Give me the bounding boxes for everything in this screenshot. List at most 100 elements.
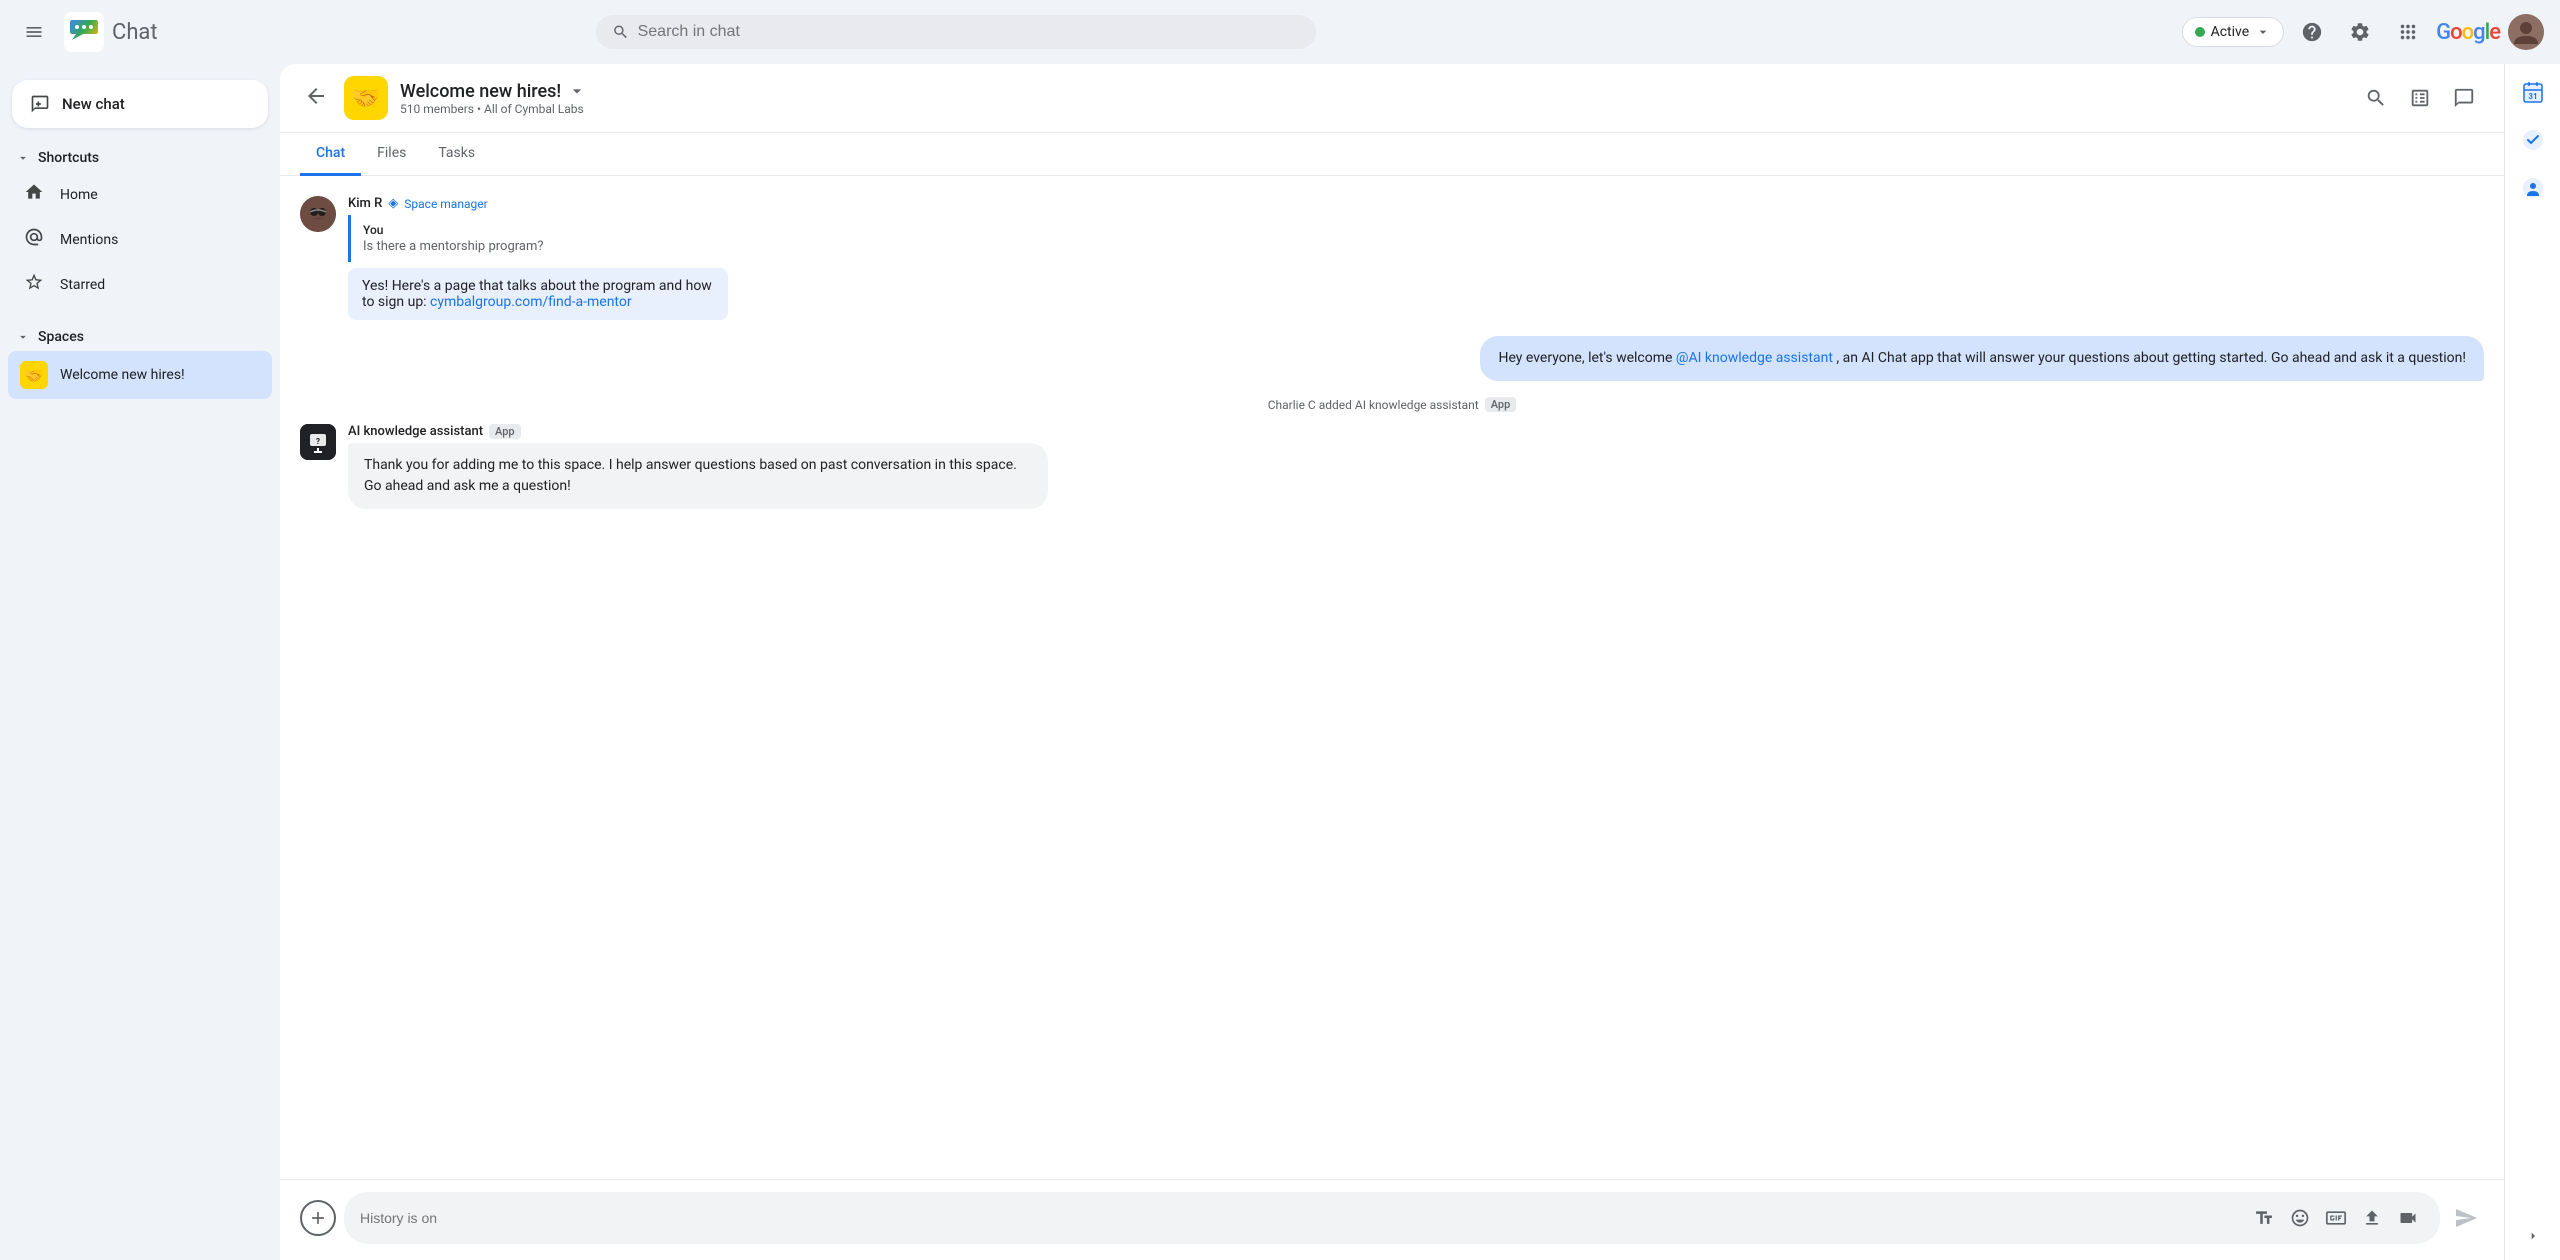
nav-item-mentions-label: Mentions — [60, 232, 118, 248]
contacts-widget[interactable] — [2513, 168, 2553, 208]
kim-sender-name: Kim R — [348, 196, 382, 211]
sidebar-space-welcome-label: Welcome new hires! — [60, 367, 185, 383]
message-input[interactable] — [360, 1210, 2240, 1226]
tasks-widget[interactable] — [2513, 120, 2553, 160]
search-bar[interactable] — [596, 15, 1316, 49]
main-body: New chat Shortcuts Home — [0, 64, 2560, 1260]
gif-button[interactable] — [2320, 1202, 2352, 1234]
expand-panel-button[interactable] — [2505, 1220, 2560, 1252]
message-input-box[interactable] — [344, 1192, 2440, 1244]
messages-area[interactable]: Kim R ◈ Space manager You Is there a men… — [280, 176, 2504, 1179]
emoji-button[interactable] — [2284, 1202, 2316, 1234]
reply-message: Yes! Here's a page that talks about the … — [348, 268, 728, 320]
upload-button[interactable] — [2356, 1202, 2388, 1234]
svg-text:?: ? — [316, 437, 320, 446]
chat-title: Welcome new hires! — [400, 81, 2344, 102]
kim-sender-line: Kim R ◈ Space manager — [348, 196, 2484, 211]
status-label: Active — [2211, 24, 2250, 40]
chat-subtitle: 510 members • All of Cymbal Labs — [400, 102, 2344, 116]
space-manager-diamond: ◈ — [388, 196, 398, 211]
svg-text:31: 31 — [2528, 92, 2537, 101]
ai-message-text: Thank you for adding me to this space. I… — [364, 457, 1017, 494]
text-format-button[interactable] — [2248, 1202, 2280, 1234]
sidebar-item-starred[interactable]: Starred — [8, 262, 272, 307]
message-group-kim: Kim R ◈ Space manager You Is there a men… — [300, 196, 2484, 320]
new-chat-button[interactable]: New chat — [12, 80, 268, 128]
chevron-down-icon — [16, 151, 30, 165]
ai-avatar: ? — [300, 424, 336, 460]
right-msg-mention: @AI knowledge assistant — [1676, 350, 1833, 366]
nav-item-starred-label: Starred — [60, 277, 105, 293]
new-chat-label: New chat — [62, 95, 125, 113]
right-msg-before: Hey everyone, let's welcome — [1498, 350, 1675, 366]
app-title-label: Chat — [112, 20, 158, 45]
shortcuts-header[interactable]: Shortcuts — [8, 144, 272, 172]
system-message-text: Charlie C added AI knowledge assistant — [1268, 398, 1479, 412]
chat-panel: 🤝 Welcome new hires! 510 members • All o… — [280, 64, 2504, 1260]
user-avatar[interactable] — [2508, 14, 2544, 50]
message-group-ai: ? AI knowledge assistant App Thank you f… — [300, 424, 2484, 509]
nav-item-home-label: Home — [60, 187, 98, 203]
space-header-emoji: 🤝 — [344, 76, 388, 120]
settings-button[interactable] — [2340, 12, 2380, 52]
mentions-icon — [24, 227, 44, 252]
help-button[interactable] — [2292, 12, 2332, 52]
panel-toggle-button[interactable] — [2400, 78, 2440, 118]
status-dot — [2195, 27, 2205, 37]
search-icon — [612, 23, 629, 41]
menu-icon[interactable] — [16, 14, 52, 50]
apps-button[interactable] — [2388, 12, 2428, 52]
tab-files[interactable]: Files — [361, 133, 422, 176]
quoted-message: You Is there a mentorship program? — [348, 215, 728, 262]
right-message-bubble: Hey everyone, let's welcome @AI knowledg… — [1480, 336, 2484, 381]
ai-app-badge: App — [489, 424, 521, 439]
spaces-section: Spaces 🤝 Welcome new hires! — [0, 323, 280, 399]
kim-msg-content: Kim R ◈ Space manager You Is there a men… — [348, 196, 2484, 320]
right-widgets: 31 — [2504, 64, 2560, 1260]
input-area — [280, 1179, 2504, 1260]
status-button[interactable]: Active — [2182, 17, 2285, 47]
ai-sender-line: AI knowledge assistant App — [348, 424, 2484, 439]
input-actions — [2248, 1202, 2424, 1234]
top-header: Chat Active — [0, 0, 2560, 64]
chat-header: 🤝 Welcome new hires! 510 members • All o… — [280, 64, 2504, 133]
quoted-sender: You — [363, 223, 716, 237]
system-message: Charlie C added AI knowledge assistant A… — [300, 397, 2484, 412]
chat-title-text: Welcome new hires! — [400, 81, 561, 102]
subtitle-sep: • — [477, 102, 484, 116]
starred-icon — [24, 272, 44, 297]
chat-header-actions — [2356, 78, 2484, 118]
back-button[interactable] — [300, 80, 332, 117]
ai-msg-content: AI knowledge assistant App Thank you for… — [348, 424, 2484, 509]
chat-tabs: Chat Files Tasks — [280, 133, 2504, 176]
message-group-right: Hey everyone, let's welcome @AI knowledg… — [300, 336, 2484, 381]
spaces-label: Spaces — [38, 329, 84, 345]
org-name: All of Cymbal Labs — [484, 102, 584, 116]
chat-header-info: Welcome new hires! 510 members • All of … — [400, 81, 2344, 116]
kim-avatar — [300, 196, 336, 232]
sidebar-item-mentions[interactable]: Mentions — [8, 217, 272, 262]
reply-link[interactable]: cymbalgroup.com/find-a-mentor — [430, 294, 632, 310]
search-input[interactable] — [638, 23, 1301, 41]
app-logo[interactable]: Chat — [64, 12, 158, 52]
header-right: Active Google — [2182, 12, 2544, 52]
threads-button[interactable] — [2444, 78, 2484, 118]
send-button[interactable] — [2448, 1200, 2484, 1236]
video-button[interactable] — [2392, 1202, 2424, 1234]
tab-tasks[interactable]: Tasks — [422, 133, 491, 176]
spaces-header[interactable]: Spaces — [8, 323, 272, 351]
space-manager-badge: Space manager — [404, 197, 487, 211]
google-logo: Google — [2436, 20, 2500, 45]
title-dropdown-icon[interactable] — [567, 81, 587, 101]
sidebar: New chat Shortcuts Home — [0, 64, 280, 1260]
sidebar-space-welcome[interactable]: 🤝 Welcome new hires! — [8, 351, 272, 399]
input-container — [300, 1192, 2484, 1244]
ai-sender-name: AI knowledge assistant — [348, 424, 483, 439]
system-app-badge: App — [1485, 397, 1517, 412]
search-chat-button[interactable] — [2356, 78, 2396, 118]
sidebar-item-home[interactable]: Home — [8, 172, 272, 217]
ai-message-bubble: Thank you for adding me to this space. I… — [348, 443, 1048, 509]
calendar-widget[interactable]: 31 — [2513, 72, 2553, 112]
input-add-button[interactable] — [300, 1200, 336, 1236]
tab-chat[interactable]: Chat — [300, 133, 361, 176]
